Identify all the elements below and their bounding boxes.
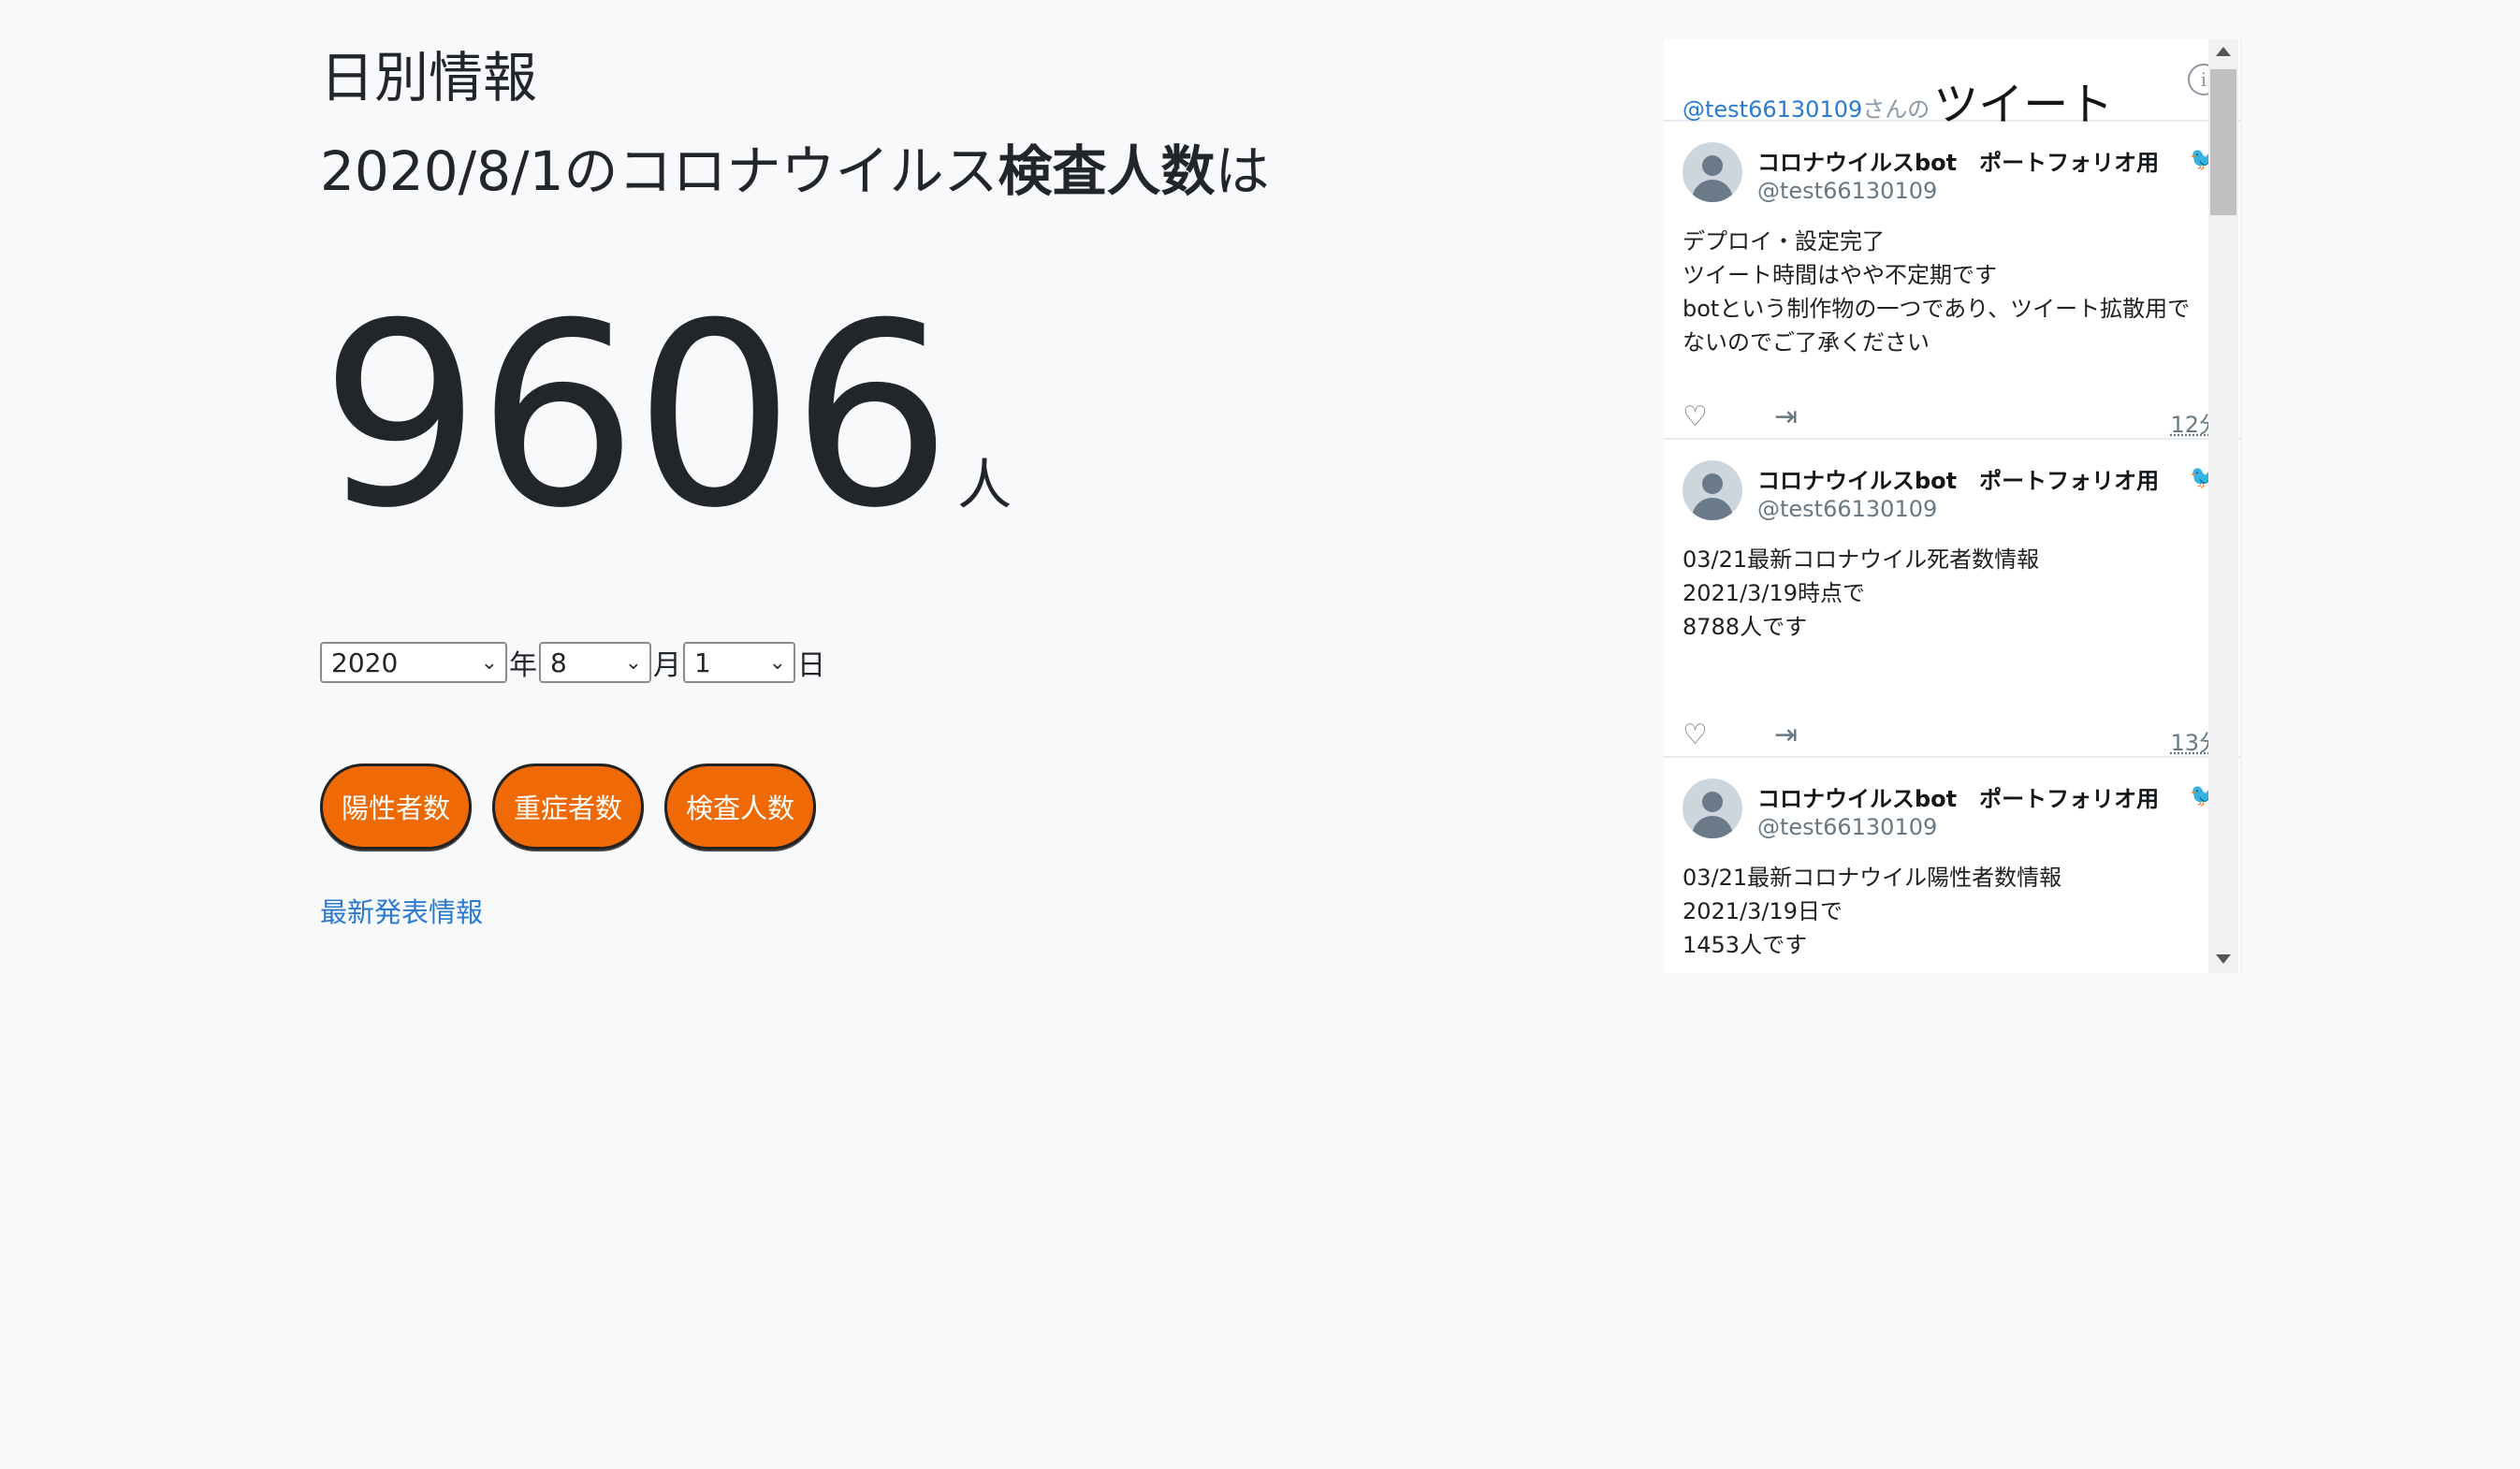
metric-buttons: 陽性者数 重症者数 検査人数 xyxy=(320,764,816,850)
month-suffix: 月 xyxy=(653,649,681,682)
tested-count-button[interactable]: 検査人数 xyxy=(664,764,816,850)
page-title: 日別情報 xyxy=(320,46,538,109)
date-picker: 2020 ⌄ 年 8 ⌄ 月 1 ⌄ 日 xyxy=(320,642,827,683)
day-select[interactable]: 1 ⌄ xyxy=(683,642,795,683)
positive-count-button[interactable]: 陽性者数 xyxy=(320,764,472,850)
tweet-actions: ♡ ⇥ 13分 xyxy=(1682,719,2221,756)
tweet-line: 8788人です xyxy=(1682,614,1808,640)
widget-sanno: さんの xyxy=(1862,96,1930,123)
tweet-author-handle[interactable]: @test66130109 xyxy=(1757,814,1937,840)
month-value: 8 xyxy=(550,647,567,678)
widget-header: @test66130109さんのツイート i xyxy=(1664,39,2240,131)
tweet-line: 03/21最新コロナウイル死者数情報 xyxy=(1682,546,2040,573)
tweet-actions: ♡ ⇥ 12分 xyxy=(1682,400,2221,438)
avatar[interactable] xyxy=(1682,460,1742,520)
tweet-line: 2021/3/19日で xyxy=(1682,898,1843,924)
tweet-line: 2021/3/19時点で xyxy=(1682,580,1866,606)
tweet-text: 03/21最新コロナウイル陽性者数情報 2021/3/19日で 1453人です xyxy=(1682,861,2207,962)
avatar[interactable] xyxy=(1682,778,1742,838)
scroll-down-arrow-icon[interactable] xyxy=(2216,954,2231,964)
tweet-author-handle[interactable]: @test66130109 xyxy=(1757,178,1937,204)
latest-info-link[interactable]: 最新発表情報 xyxy=(320,891,483,930)
twitter-timeline-widget: @test66130109さんのツイート i コロナウイルスbot ポートフォリ… xyxy=(1664,39,2241,973)
month-select[interactable]: 8 ⌄ xyxy=(539,642,651,683)
count-display: 9606 人 xyxy=(320,290,1012,543)
day-value: 1 xyxy=(694,647,711,678)
tweet-author-name[interactable]: コロナウイルスbot ポートフォリオ用 xyxy=(1757,144,2159,177)
main-content: 日別情報 2020/8/1のコロナウイルス検査人数は 9606 人 2020 ⌄ … xyxy=(320,37,1537,928)
tweet-author-name[interactable]: コロナウイルスbot ポートフォリオ用 xyxy=(1757,780,2159,813)
tweet-line: ないのでご了承ください xyxy=(1682,329,1930,356)
headline-metric: 検査人数 xyxy=(998,139,1216,203)
tweet-author-name[interactable]: コロナウイルスbot ポートフォリオ用 xyxy=(1757,462,2159,495)
share-icon[interactable]: ⇥ xyxy=(1774,719,1798,751)
chevron-down-icon: ⌄ xyxy=(480,650,498,675)
avatar[interactable] xyxy=(1682,142,1742,202)
year-suffix: 年 xyxy=(509,649,537,682)
scrollbar-thumb[interactable] xyxy=(2210,69,2236,215)
tweet-line: 1453人です xyxy=(1682,932,1808,958)
chevron-down-icon: ⌄ xyxy=(768,650,786,675)
tweet-line: 03/21最新コロナウイル陽性者数情報 xyxy=(1682,865,2062,891)
widget-scrollbar[interactable] xyxy=(2208,39,2238,973)
year-select[interactable]: 2020 ⌄ xyxy=(320,642,507,683)
tweet-card[interactable]: コロナウイルスbot ポートフォリオ用 @test66130109 🐦 03/2… xyxy=(1664,440,2240,758)
headline-suffix: は xyxy=(1215,139,1270,203)
tweet-line: ツイート時間はやや不定期です xyxy=(1682,262,1997,288)
headline-prefix: 2020/8/1のコロナウイルス xyxy=(320,139,998,203)
tweet-line: botという制作物の一つであり、ツイート拡散用で xyxy=(1682,296,2191,322)
tweet-card[interactable]: コロナウイルスbot ポートフォリオ用 @test66130109 🐦 デプロイ… xyxy=(1664,122,2240,440)
scroll-up-arrow-icon[interactable] xyxy=(2216,47,2231,56)
tweet-author-handle[interactable]: @test66130109 xyxy=(1757,496,1937,522)
chevron-down-icon: ⌄ xyxy=(624,650,642,675)
count-unit: 人 xyxy=(957,453,1012,516)
headline: 2020/8/1のコロナウイルス検査人数は xyxy=(320,131,1537,211)
tweet-text: デプロイ・設定完了 ツイート時間はやや不定期です botという制作物の一つであり… xyxy=(1682,225,2207,359)
tweet-line: デプロイ・設定完了 xyxy=(1682,228,1885,255)
heart-icon[interactable]: ♡ xyxy=(1682,719,1708,751)
tweet-card[interactable]: コロナウイルスbot ポートフォリオ用 @test66130109 🐦 03/2… xyxy=(1664,758,2240,973)
count-value: 9606 xyxy=(320,269,952,563)
year-value: 2020 xyxy=(331,647,399,678)
tweet-text: 03/21最新コロナウイル死者数情報 2021/3/19時点で 8788人です xyxy=(1682,543,2207,644)
day-suffix: 日 xyxy=(797,649,825,682)
share-icon[interactable]: ⇥ xyxy=(1774,400,1798,433)
heart-icon[interactable]: ♡ xyxy=(1682,400,1708,433)
severe-count-button[interactable]: 重症者数 xyxy=(492,764,644,850)
widget-handle-link[interactable]: @test66130109 xyxy=(1682,96,1862,123)
